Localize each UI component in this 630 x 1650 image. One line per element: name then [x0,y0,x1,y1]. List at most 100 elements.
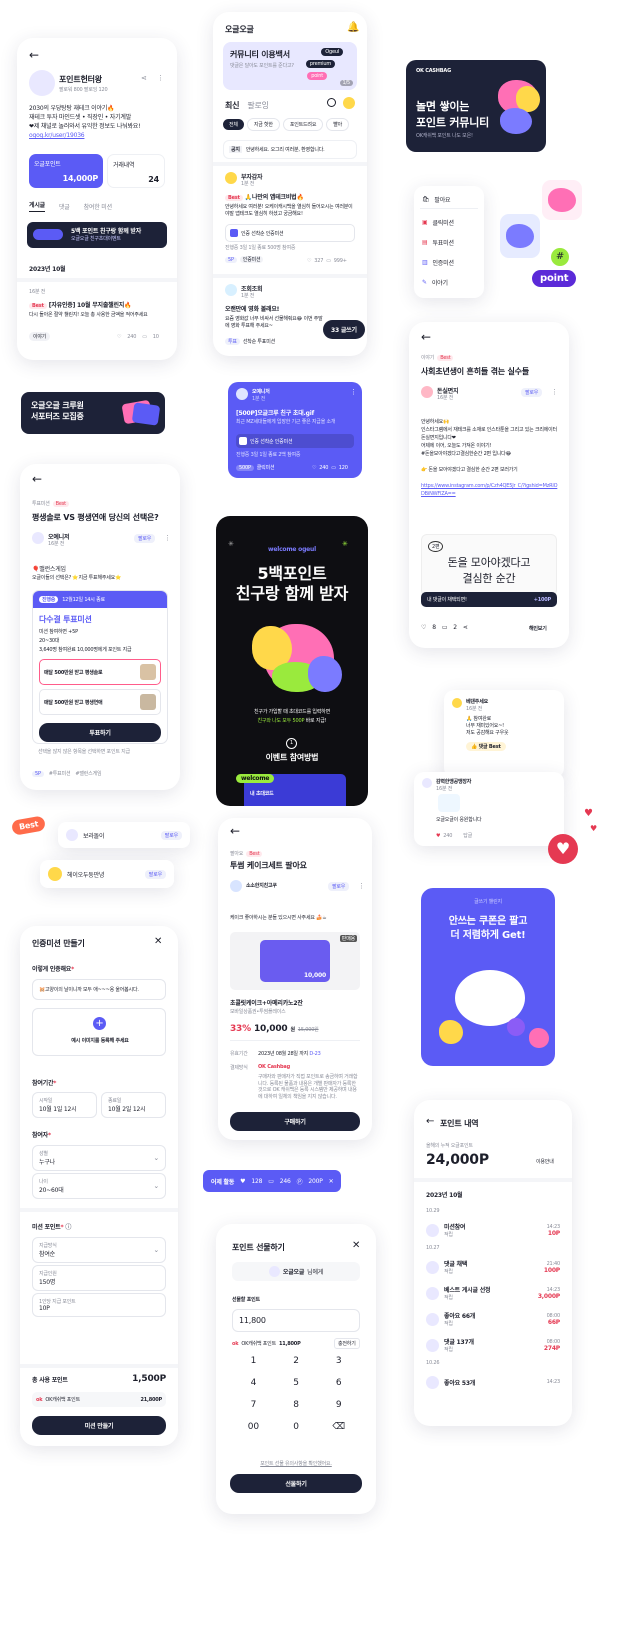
heart-icon[interactable]: ♡ [312,465,317,471]
close-icon[interactable]: ✕ [352,1240,360,1251]
history-row[interactable]: 베스트 게시글 선정 적립 14:23 3,000P [426,1280,560,1306]
history-row[interactable]: 좋아요 53개 14:23 [426,1369,560,1395]
write-button[interactable]: 33 글쓰기 [323,320,365,339]
vote-button[interactable]: 투표하기 [39,723,161,742]
history-row[interactable]: 댓글 137개 적립 08:00 274P [426,1332,560,1358]
amount-input[interactable]: 11,800 [232,1309,360,1332]
back-arrow-icon[interactable]: ← [32,472,42,486]
back-arrow-icon[interactable]: ← [29,48,39,62]
heart-button[interactable]: ♥ [548,834,578,864]
heart-icon[interactable]: ♡ [307,258,312,264]
history-list: 10.29 미션참여 적립 14:23 10P 10.27 댓글 채택 적립 21:40 100P… [426,1206,560,1395]
bell-icon[interactable]: 🔔 [347,22,359,33]
terms-link[interactable]: 포인트 선물 유의사항을 확인했어요. [216,1460,376,1467]
more-icon[interactable]: ⋮ [164,534,171,542]
follow-button[interactable]: 팔로우 [160,830,182,840]
mascot-sticker [542,180,582,220]
more-icon[interactable]: ⋮ [551,388,558,396]
charge-button[interactable]: 충전하기 [334,1338,360,1349]
invite-banner[interactable]: 5백 포인트 친구랑 함께 받자 오글오글 친구초대이벤트 [27,222,167,248]
comment-icon[interactable]: ▭ [142,334,147,340]
comment-icon[interactable]: ▭ [331,465,336,471]
guide-link[interactable]: 이용안내 [536,1158,554,1165]
close-icon[interactable]: ✕ [154,936,162,947]
per-point-input[interactable]: 1인당 지급 포인트 10P [32,1293,166,1317]
month-selector[interactable]: 2023년 10월 [426,1190,463,1199]
start-date-field[interactable]: 시작일 10월 1일 12시 [32,1092,97,1118]
end-date-field[interactable]: 종료일 10월 2일 12시 [101,1092,166,1118]
gender-select[interactable]: 성별 누구나 ⌄ [32,1145,166,1171]
back-arrow-icon[interactable]: ← [230,824,240,838]
key-0[interactable]: 0 [275,1422,318,1432]
heart-icon[interactable]: ♥ [436,833,441,839]
notice-bar[interactable]: 공지 안녕하세요. 오그리 여러분, 환영합니다. [223,140,357,159]
pay-type-select[interactable]: 지급방식 참여순 ⌄ [32,1237,166,1263]
profile-link[interactable]: ogog.kr/user/19036 [29,131,169,140]
key-5[interactable]: 5 [275,1378,318,1388]
back-arrow-icon[interactable]: ← [421,330,431,344]
more-icon[interactable]: ⋮ [358,882,365,890]
gift-button[interactable]: 선물하기 [230,1474,362,1493]
history-row[interactable]: 미션참여 적립 14:23 10P [426,1217,560,1243]
close-icon[interactable]: ✕ [329,1178,334,1185]
key-00[interactable]: 00 [232,1422,275,1432]
challenge-banner[interactable]: 글쓰기 챌린지 안쓰는 쿠폰은 팔고 더 저렴하게 Get! [421,888,555,1066]
comment-icon[interactable]: ▭ [442,624,448,631]
history-box[interactable]: 거래내역 24 [107,154,165,188]
key-6[interactable]: 6 [317,1378,360,1388]
key-7[interactable]: 7 [232,1400,275,1410]
key-2[interactable]: 2 [275,1356,318,1366]
number-keypad: 1 2 3 4 5 6 7 8 9 00 0 ⌫ [232,1356,360,1432]
key-1[interactable]: 1 [232,1356,275,1366]
tab-posts[interactable]: 게시글 [29,200,45,212]
backspace-icon[interactable]: ⌫ [317,1422,360,1432]
tab-comments[interactable]: 댓글 [59,202,70,211]
follow-button[interactable]: 팔로우 [328,882,350,891]
mission-box[interactable]: 인증 선착순 인증미션 [225,224,355,242]
count-input[interactable]: 지급인원 150명 [32,1265,166,1291]
vote-option-2[interactable]: 매달 500만원 받고 평생연애 [39,689,161,715]
post-title[interactable]: Best 🙏나만의 앱테크비법🔥 [225,192,304,201]
create-mission-button[interactable]: 미션 만들기 [32,1416,166,1435]
age-select[interactable]: 나이 20~60대 ⌄ [32,1173,166,1199]
history-row[interactable]: 댓글 채택 적립 21:40 100P [426,1254,560,1280]
tab-missions[interactable]: 참여한 미션 [84,202,113,211]
history-row[interactable]: 좋아요 66개 적립 08:00 66P [426,1306,560,1332]
method-input[interactable]: 🐹고양이의 날이니까 모두 애~~~옹 울어봅시다. [32,979,166,1000]
more-icon[interactable]: ⋮ [350,388,357,396]
more-comments[interactable]: 해인보기 [529,625,547,632]
more-icon[interactable]: ⋮ [157,74,164,82]
tab-following[interactable]: 팔로잉 [247,100,269,111]
key-9[interactable]: 9 [317,1400,360,1410]
promo-banner[interactable]: OK CASHBAG 놀면 쌓이는 포인트 커뮤니티 OK캐쉬백 포인트 나도 … [406,60,546,152]
comment-reward-bar[interactable]: 내 댓글이 채택되면! +100P [421,592,557,607]
supporter-banner[interactable]: 오글오글 크루원 서포터즈 모집중 [21,392,165,434]
key-8[interactable]: 8 [275,1400,318,1410]
follow-button[interactable]: 팔로우 [144,869,166,879]
key-3[interactable]: 3 [317,1356,360,1366]
avatar[interactable] [343,97,355,109]
click-mission-post[interactable]: 오예니저 1분 전 ⋮ [500P]오글크루 친구 초대.gif 최근 MZ세대… [228,382,362,478]
back-arrow-icon[interactable]: ← [426,1116,434,1127]
follow-button[interactable]: 팔로우 [134,534,156,543]
community-banner[interactable]: 커뮤니티 이용백서 댓글은 달아도 포인트를 준다고? Ogeul premiu… [223,42,357,90]
buy-button[interactable]: 구매하기 [230,1112,360,1131]
share-icon[interactable]: ⋖ [463,624,468,631]
post-tag[interactable]: 이야기 [29,332,51,341]
mascot-yellow [439,1020,463,1044]
search-icon[interactable] [327,98,336,107]
comment-icon[interactable]: ▭ [326,258,331,264]
point-box[interactable]: 오글포인트 14,000P [29,154,103,188]
share-icon[interactable]: ⋖ [141,74,147,82]
follow-button[interactable]: 팔로우 [521,388,543,397]
heart-icon[interactable]: ♡ [421,624,426,631]
vote-option-1[interactable]: 매달 500만원 받고 평생솔로 [39,659,161,685]
tab-latest[interactable]: 최신 [225,100,240,111]
post-title[interactable]: Best [자유인증] 10월 무지출챌린지🔥 [29,300,132,309]
key-4[interactable]: 4 [232,1378,275,1388]
instagram-link[interactable]: https://www.instagram.com/p/Czh4QE5Jr_C/… [421,482,559,498]
chevron-down-icon: ⌄ [153,1246,159,1254]
heart-icon[interactable]: ♡ [117,334,122,340]
upload-box[interactable]: + 예시 이미지를 등록해 주세요 [32,1008,166,1056]
month-selector[interactable]: 2023년 10월 [29,264,66,273]
